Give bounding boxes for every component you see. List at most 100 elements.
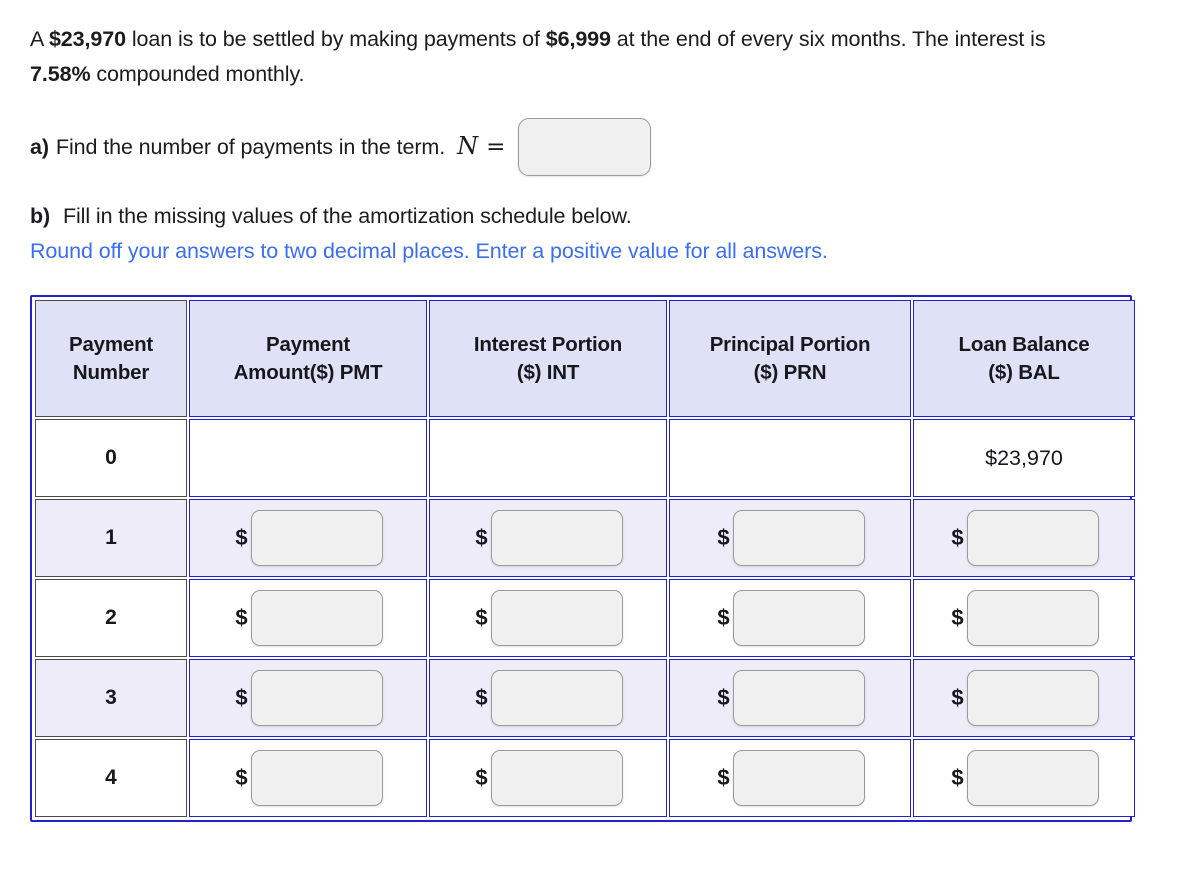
table-body: 0 $23,970 1 $ $ $ $2 $ $ $ $3 $ $ $ $4 $ $ $ $ bbox=[35, 419, 1135, 818]
payment-amount-field-group: $ bbox=[190, 580, 426, 656]
interest-portion-field-group: $ bbox=[430, 740, 666, 816]
amortization-table-wrapper: Payment Number Payment Amount($) PMT Interes… bbox=[30, 295, 1135, 823]
principal-portion-field-group: $ bbox=[670, 740, 910, 816]
principal-portion-input[interactable] bbox=[732, 750, 865, 807]
interest-portion-cell bbox=[429, 419, 667, 498]
part-b-row: b) Fill in the missing values of the amo… bbox=[30, 200, 1170, 232]
rounding-note: Round off your answers to two decimal pl… bbox=[30, 235, 1170, 267]
interest-portion-field-group: $ bbox=[430, 660, 666, 736]
loan-balance-input[interactable] bbox=[966, 750, 1099, 807]
column-header-line2: Amount($) PMT bbox=[233, 360, 383, 384]
principal-portion-field-group: $ bbox=[670, 500, 910, 576]
dollar-sign-icon: $ bbox=[475, 764, 488, 790]
column-header-line1: Payment bbox=[265, 333, 351, 357]
principal-portion-cell[interactable]: $ bbox=[669, 659, 911, 738]
column-header-line2: Number bbox=[72, 360, 150, 384]
payment-amount-field-group: $ bbox=[190, 660, 426, 736]
statement-text: A bbox=[30, 27, 49, 51]
table-row: 2 $ $ $ $ bbox=[35, 579, 1135, 658]
dollar-sign-icon: $ bbox=[951, 604, 964, 630]
interest-portion-input[interactable] bbox=[490, 510, 623, 567]
principal-portion-input[interactable] bbox=[732, 510, 865, 567]
dollar-sign-icon: $ bbox=[717, 604, 730, 630]
interest-portion-field-group: $ bbox=[430, 500, 666, 576]
loan-balance-field-group: $ bbox=[914, 740, 1134, 816]
payment-amount-cell[interactable]: $ bbox=[189, 739, 427, 818]
payment-amount-input[interactable] bbox=[250, 510, 383, 567]
interest-portion-cell[interactable]: $ bbox=[429, 579, 667, 658]
table-row: 4 $ $ $ $ bbox=[35, 739, 1135, 818]
dollar-sign-icon: $ bbox=[951, 684, 964, 710]
payment-amount-field-group: $ bbox=[190, 740, 426, 816]
dollar-sign-icon: $ bbox=[475, 524, 488, 550]
column-header-line1: Principal Portion bbox=[709, 333, 871, 357]
table-header: Payment Number Payment Amount($) PMT Interes… bbox=[35, 300, 1135, 418]
column-header-2: Interest Portion ($) INT bbox=[429, 300, 667, 418]
loan-balance-cell[interactable]: $ bbox=[913, 739, 1135, 818]
principal-portion-input[interactable] bbox=[732, 590, 865, 647]
part-a-text: Find the number of payments in the term. bbox=[55, 134, 446, 159]
dollar-sign-icon: $ bbox=[951, 764, 964, 790]
payment-number-cell: 3 bbox=[35, 659, 187, 738]
loan-balance-value: $23,970 bbox=[913, 419, 1135, 498]
loan-balance-cell[interactable]: $ bbox=[913, 579, 1135, 658]
principal-portion-input[interactable] bbox=[732, 670, 865, 727]
column-header-1: Payment Amount($) PMT bbox=[189, 300, 427, 418]
table-row: 1 $ $ $ $ bbox=[35, 499, 1135, 578]
worksheet-page: A $23,970 loan is to be settled by makin… bbox=[0, 0, 1200, 885]
interest-portion-cell[interactable]: $ bbox=[429, 659, 667, 738]
part-b-text: Fill in the missing values of the amorti… bbox=[62, 203, 632, 228]
dollar-sign-icon: $ bbox=[717, 684, 730, 710]
header-row: Payment Number Payment Amount($) PMT Interes… bbox=[35, 300, 1135, 418]
loan-balance-cell[interactable]: $ bbox=[913, 499, 1135, 578]
loan-balance-input[interactable] bbox=[966, 670, 1099, 727]
principal-portion-cell[interactable]: $ bbox=[669, 499, 911, 578]
statement-highlight: $23,970 bbox=[48, 27, 126, 51]
payment-number-cell: 4 bbox=[35, 739, 187, 818]
payment-amount-input[interactable] bbox=[250, 750, 383, 807]
principal-portion-cell[interactable]: $ bbox=[669, 579, 911, 658]
payment-number-cell: 2 bbox=[35, 579, 187, 658]
payment-amount-cell[interactable]: $ bbox=[189, 579, 427, 658]
payment-amount-input[interactable] bbox=[250, 670, 383, 727]
loan-balance-cell[interactable]: $ bbox=[913, 659, 1135, 738]
column-header-line2: ($) PRN bbox=[753, 360, 827, 384]
column-header-3: Principal Portion ($) PRN bbox=[669, 300, 911, 418]
table-row: 0 $23,970 bbox=[35, 419, 1135, 498]
statement-highlight: 7.58% bbox=[30, 61, 91, 86]
principal-portion-field-group: $ bbox=[670, 660, 910, 736]
column-header-4: Loan Balance ($) BAL bbox=[913, 300, 1135, 418]
variable-n: N bbox=[457, 131, 479, 160]
dollar-sign-icon: $ bbox=[475, 684, 488, 710]
principal-portion-cell bbox=[669, 419, 911, 498]
payment-amount-cell[interactable]: $ bbox=[189, 499, 427, 578]
dollar-sign-icon: $ bbox=[235, 524, 248, 550]
loan-balance-field-group: $ bbox=[914, 500, 1134, 576]
table-row: 3 $ $ $ $ bbox=[35, 659, 1135, 738]
number-of-payments-input[interactable] bbox=[518, 117, 652, 176]
loan-balance-input[interactable] bbox=[966, 510, 1099, 567]
dollar-sign-icon: $ bbox=[717, 524, 730, 550]
payment-amount-field-group: $ bbox=[190, 500, 426, 576]
payment-amount-input[interactable] bbox=[250, 590, 383, 647]
column-header-line2: ($) BAL bbox=[988, 360, 1060, 384]
statement-text: at the end of every six months. The inte… bbox=[610, 27, 1046, 51]
statement-highlight: $6,999 bbox=[545, 27, 611, 51]
interest-portion-input[interactable] bbox=[490, 670, 623, 727]
part-a-label: a) bbox=[30, 134, 49, 159]
statement-text: compounded monthly. bbox=[90, 61, 305, 86]
principal-portion-cell[interactable]: $ bbox=[669, 739, 911, 818]
column-header-line1: Loan Balance bbox=[958, 333, 1090, 357]
loan-balance-input[interactable] bbox=[966, 590, 1099, 647]
dollar-sign-icon: $ bbox=[951, 524, 964, 550]
loan-balance-field-group: $ bbox=[914, 580, 1134, 656]
payment-amount-cell bbox=[189, 419, 427, 498]
interest-portion-cell[interactable]: $ bbox=[429, 499, 667, 578]
interest-portion-cell[interactable]: $ bbox=[429, 739, 667, 818]
payment-amount-cell[interactable]: $ bbox=[189, 659, 427, 738]
column-header-line1: Payment bbox=[68, 333, 154, 357]
column-header-line1: Interest Portion bbox=[473, 333, 623, 357]
statement-text: loan is to be settled by making payments… bbox=[125, 27, 546, 51]
interest-portion-input[interactable] bbox=[490, 750, 623, 807]
interest-portion-input[interactable] bbox=[490, 590, 623, 647]
